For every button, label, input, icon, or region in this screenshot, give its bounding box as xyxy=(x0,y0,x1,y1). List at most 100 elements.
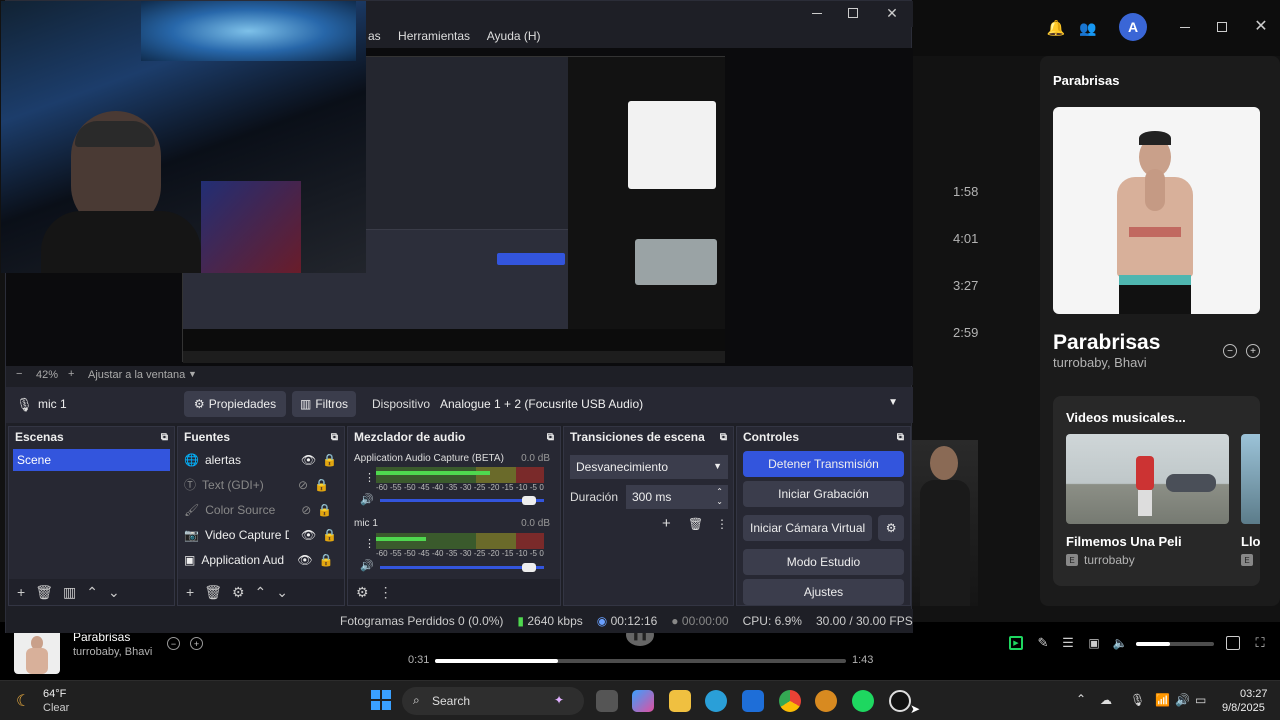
remove-icon[interactable]: − xyxy=(167,637,180,650)
chevron-down-icon[interactable]: ⌄ xyxy=(276,584,288,601)
outlook-icon[interactable] xyxy=(742,690,764,712)
undock-icon[interactable]: ⧉ xyxy=(161,432,168,443)
kebab-icon[interactable]: ⋮ xyxy=(364,537,375,550)
spotify-icon[interactable] xyxy=(852,690,874,712)
zoom-in-button[interactable]: + xyxy=(68,368,74,380)
zoom-out-button[interactable]: − xyxy=(16,368,22,380)
undock-icon[interactable]: ⧉ xyxy=(547,432,554,443)
trash-icon[interactable]: 🗑 xyxy=(204,584,222,601)
wifi-icon[interactable]: 📶 xyxy=(1155,693,1170,707)
volume-slider[interactable] xyxy=(1136,642,1214,646)
duration-input[interactable]: 300 ms ⌃ ⌄ xyxy=(626,485,728,509)
weather-desc[interactable]: Clear xyxy=(43,702,69,714)
video-thumbnail[interactable] xyxy=(1241,434,1260,524)
lock-icon[interactable]: 🔒 xyxy=(322,453,337,467)
cloud-icon[interactable]: ☁ xyxy=(1100,693,1112,707)
video-thumbnail[interactable] xyxy=(1066,434,1229,524)
battery-icon[interactable]: ▭ xyxy=(1195,693,1206,707)
lock-icon[interactable]: 🔒 xyxy=(319,553,334,567)
lock-icon[interactable]: 🔒 xyxy=(317,503,332,517)
microphone-icon[interactable]: 🎙 xyxy=(1130,693,1145,707)
close-icon[interactable]: ✕ xyxy=(1254,18,1268,35)
eye-hidden-icon[interactable]: ⊘ xyxy=(298,478,308,492)
start-virtual-camera-button[interactable]: Iniciar Cámara Virtual xyxy=(743,515,873,541)
volume-icon[interactable]: 🔊 xyxy=(1175,693,1190,707)
bell-icon[interactable]: 🔔 xyxy=(1046,18,1066,38)
player-cover[interactable] xyxy=(14,628,60,674)
chevron-down-icon[interactable]: ⌄ xyxy=(108,584,120,601)
queue-icon[interactable]: ☰ xyxy=(1061,635,1075,650)
lock-icon[interactable]: 🔒 xyxy=(314,478,329,492)
trash-icon[interactable]: 🗑 xyxy=(35,584,53,601)
kebab-icon[interactable]: ⋮ xyxy=(379,584,393,601)
speaker-icon[interactable]: 🔊 xyxy=(360,559,374,572)
studio-mode-button[interactable]: Modo Estudio xyxy=(743,549,904,575)
lock-icon[interactable]: 🔒 xyxy=(322,528,337,542)
gear-icon[interactable]: ⚙ xyxy=(356,584,369,601)
volume-icon[interactable]: 🔈 xyxy=(1113,636,1128,650)
undock-icon[interactable]: ⧉ xyxy=(897,432,904,443)
close-icon[interactable]: ✕ xyxy=(885,5,899,21)
trash-icon[interactable]: 🗑 xyxy=(688,517,703,531)
chevron-up-icon[interactable]: ⌃ xyxy=(86,584,98,601)
edge-icon[interactable] xyxy=(705,690,727,712)
volume-fader[interactable] xyxy=(380,496,544,505)
undock-icon[interactable]: ⧉ xyxy=(720,432,727,443)
kebab-icon[interactable]: ⋮ xyxy=(364,471,375,484)
start-recording-button[interactable]: Iniciar Grabación xyxy=(743,481,904,507)
friends-icon[interactable]: 👥 xyxy=(1078,18,1098,38)
source-item[interactable]: 📷 Video Capture D 👁 🔒 xyxy=(178,522,344,547)
avatar[interactable]: A xyxy=(1119,13,1147,41)
maximize-icon[interactable] xyxy=(1217,22,1227,32)
weather-temp[interactable]: 64°F xyxy=(43,688,66,700)
add-icon[interactable]: + xyxy=(1246,344,1260,358)
video-artist[interactable]: turrobaby xyxy=(1084,553,1135,567)
clock-time[interactable]: 03:27 xyxy=(1240,688,1268,700)
menu-item[interactable]: as xyxy=(368,29,381,43)
fit-window-label[interactable]: Ajustar a la ventana xyxy=(88,369,185,381)
weather-moon-icon[interactable]: ☾ xyxy=(16,691,30,711)
filters-button[interactable]: ▥ Filtros xyxy=(292,391,356,417)
minimize-icon[interactable] xyxy=(1180,27,1190,28)
lyrics-icon[interactable]: ✎ xyxy=(1036,635,1050,650)
add-icon[interactable]: + xyxy=(662,515,671,532)
scene-item[interactable]: Scene xyxy=(13,449,170,471)
chevron-up-icon[interactable]: ⌃ xyxy=(1076,692,1086,706)
volume-fader[interactable] xyxy=(380,563,544,572)
source-item[interactable]: ▣ Application Aud 👁 🔒 xyxy=(178,547,344,572)
connect-device-icon[interactable]: ▣ xyxy=(1087,636,1101,650)
mini-player-icon[interactable] xyxy=(1226,636,1240,650)
fullscreen-icon[interactable]: ⛶ xyxy=(1253,635,1267,650)
chevron-up-icon[interactable]: ⌃ xyxy=(255,584,267,601)
app-icon[interactable] xyxy=(815,690,837,712)
player-artists[interactable]: turrobaby, Bhavi xyxy=(73,646,152,658)
device-select[interactable]: Analogue 1 + 2 (Focusrite USB Audio) ▼ xyxy=(434,391,906,417)
chrome-icon[interactable] xyxy=(779,690,801,712)
windows-start-icon[interactable] xyxy=(371,690,391,710)
task-view-icon[interactable] xyxy=(596,690,618,712)
add-icon[interactable]: + xyxy=(17,584,25,600)
chevron-down-icon[interactable]: ▼ xyxy=(188,369,197,379)
filter-icon[interactable]: ▥ xyxy=(63,584,76,601)
speaker-icon[interactable]: 🔊 xyxy=(360,493,374,506)
copilot-icon[interactable] xyxy=(632,690,654,712)
kebab-icon[interactable]: ⋮ xyxy=(716,517,728,531)
video-title[interactable]: Filmemos Una Peli xyxy=(1066,534,1182,549)
maximize-icon[interactable] xyxy=(848,8,858,18)
source-item[interactable]: Ⓣ Text (GDI+) ⊘ 🔒 xyxy=(178,472,344,497)
track-artists[interactable]: turrobaby, Bhavi xyxy=(1053,355,1147,370)
video-title[interactable]: Llo xyxy=(1241,534,1260,549)
source-item[interactable]: 🌐 alertas 👁 🔒 xyxy=(178,447,344,472)
eye-hidden-icon[interactable]: ⊘ xyxy=(301,503,311,517)
transition-select[interactable]: Desvanecimiento ▼ xyxy=(570,455,728,479)
stepper-icon[interactable]: ⌃ ⌄ xyxy=(716,487,723,507)
source-item[interactable]: 🖌 Color Source ⊘ 🔒 xyxy=(178,497,344,522)
menu-item-help[interactable]: Ayuda (H) xyxy=(487,29,541,43)
properties-button[interactable]: ⚙ Propiedades xyxy=(184,391,286,417)
add-icon[interactable]: + xyxy=(190,637,203,650)
track-title[interactable]: Parabrisas xyxy=(1053,331,1160,355)
now-playing-view-icon[interactable]: ▶ xyxy=(1009,636,1023,650)
settings-button[interactable]: Ajustes xyxy=(743,579,904,605)
add-icon[interactable]: + xyxy=(186,584,194,600)
file-explorer-icon[interactable] xyxy=(669,690,691,712)
